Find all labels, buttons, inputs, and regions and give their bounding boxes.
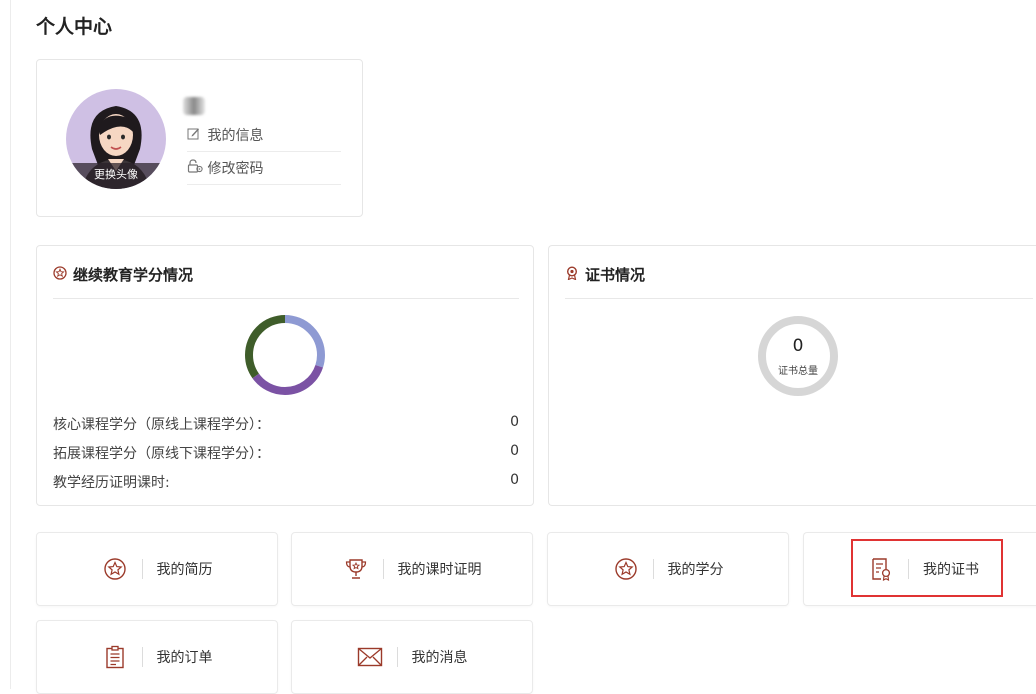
extended-credits-value: 0 (510, 443, 519, 459)
certificates-panel-title: 证书情况 (585, 266, 646, 284)
core-credits-value: 0 (510, 414, 519, 430)
tile-separator (141, 559, 143, 579)
certificates-panel: 证书情况 0 证书总量 (548, 245, 1036, 506)
profile-card: 更换头像 我的信息 修改密码 (36, 59, 363, 217)
teaching-hours-value: 0 (510, 472, 519, 488)
tile-separator (652, 559, 654, 579)
tile-my-credits[interactable]: 我的学分 (547, 532, 789, 606)
page-title: 个人中心 (36, 16, 113, 38)
username-blurred (183, 97, 205, 115)
certificate-total-label: 证书总量 (778, 366, 818, 377)
credits-divider (53, 298, 519, 299)
tile-separator (908, 559, 909, 579)
tile-separator (382, 559, 384, 579)
credits-panel-header: 继续教育学分情况 (53, 264, 193, 285)
medal-icon (565, 265, 579, 284)
credits-panel: 继续教育学分情况 核心课程学分（原线上课程学分）： 0 拓展课程学分（原线下课程… (36, 245, 534, 506)
clipboard-icon (102, 644, 128, 670)
tile-label: 我的简历 (156, 562, 213, 578)
core-credits-label: 核心课程学分（原线上课程学分）： (53, 417, 270, 433)
envelope-icon (357, 644, 383, 670)
teaching-hours-row: 教学经历证明课时: 0 (53, 472, 519, 492)
lock-icon (187, 154, 203, 184)
change-password-label: 修改密码 (207, 161, 264, 177)
credits-donut-chart (245, 315, 325, 395)
tile-my-messages[interactable]: 我的消息 (291, 620, 533, 694)
tile-my-orders[interactable]: 我的订单 (36, 620, 278, 694)
certificate-icon (868, 556, 894, 582)
tile-separator (396, 647, 398, 667)
certificate-total-count: 0 (792, 336, 804, 356)
extended-credits-label: 拓展课程学分（原线下课程学分）： (53, 446, 270, 462)
tile-separator (141, 647, 143, 667)
change-password-link[interactable]: 修改密码 (187, 154, 341, 185)
tile-label: 我的证书 (923, 562, 979, 578)
certificate-total-ring: 0 证书总量 (758, 316, 838, 396)
teaching-hours-label: 教学经历证明课时: (53, 475, 170, 491)
certificates-divider (565, 298, 1033, 299)
left-divider (10, 0, 11, 689)
tile-my-resume[interactable]: 我的简历 (36, 532, 278, 606)
tile-my-hour-certificates[interactable]: 我的课时证明 (291, 532, 533, 606)
tile-my-certificates[interactable]: 我的证书 (803, 532, 1036, 606)
my-info-link[interactable]: 我的信息 (187, 121, 341, 152)
tile-label: 我的学分 (667, 562, 724, 578)
tile-label: 我的课时证明 (397, 562, 482, 578)
star-badge-icon (613, 556, 639, 582)
change-avatar-button[interactable]: 更换头像 (66, 163, 166, 189)
award-icon (53, 265, 67, 284)
star-badge-icon (102, 556, 128, 582)
certificates-panel-header: 证书情况 (565, 264, 645, 285)
tile-label: 我的消息 (411, 650, 468, 666)
credits-panel-title: 继续教育学分情况 (73, 266, 194, 284)
trophy-icon (343, 556, 369, 582)
tile-label: 我的订单 (156, 650, 213, 666)
core-credits-row: 核心课程学分（原线上课程学分）： 0 (53, 414, 519, 434)
edit-icon (187, 121, 203, 151)
extended-credits-row: 拓展课程学分（原线下课程学分）： 0 (53, 443, 519, 463)
my-info-label: 我的信息 (207, 128, 264, 144)
avatar[interactable]: 更换头像 (66, 89, 166, 189)
